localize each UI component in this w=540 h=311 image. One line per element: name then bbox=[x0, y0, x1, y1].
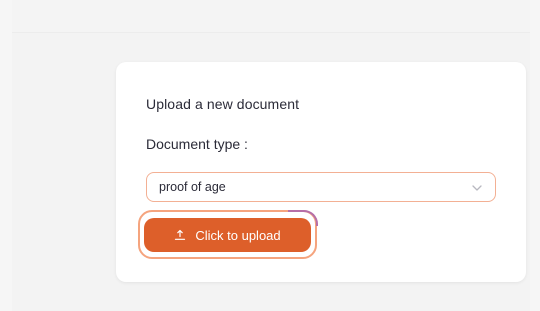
document-type-select[interactable]: proof of age bbox=[146, 172, 496, 202]
chevron-down-icon bbox=[471, 181, 483, 193]
upload-document-card: Upload a new document Document type : pr… bbox=[116, 62, 526, 282]
top-bar bbox=[12, 0, 530, 32]
document-type-selected-value: proof of age bbox=[159, 180, 226, 194]
card-title: Upload a new document bbox=[146, 96, 300, 112]
click-to-upload-button[interactable]: Click to upload bbox=[144, 218, 311, 252]
upload-button-label: Click to upload bbox=[195, 227, 281, 243]
upload-icon bbox=[174, 229, 186, 241]
page: Upload a new document Document type : pr… bbox=[0, 0, 540, 311]
document-type-label: Document type : bbox=[146, 136, 248, 152]
